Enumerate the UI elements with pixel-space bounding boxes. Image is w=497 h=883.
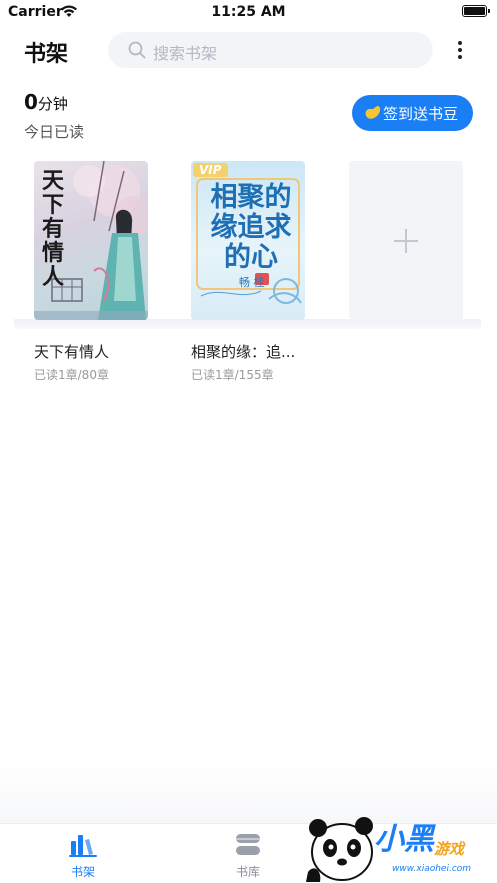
- search-icon: [128, 41, 146, 59]
- tab-label: 书库: [235, 865, 260, 879]
- book-cover[interactable]: VIP 相聚的缘追求的心 畅 桂: [191, 161, 305, 320]
- bean-icon: [365, 106, 381, 119]
- book-item[interactable]: 天下有情人 天下有情人 已读1章/80章: [34, 161, 148, 383]
- status-time: 11:25 AM: [211, 4, 286, 20]
- book-item[interactable]: VIP 相聚的缘追求的心 畅 桂 相聚的缘：追... 已读1章/155章: [191, 161, 305, 383]
- tab-label: 书架: [70, 865, 95, 879]
- page-title: 书架: [24, 42, 69, 67]
- reading-minutes: 0: [24, 90, 38, 114]
- battery-level: [464, 7, 485, 15]
- checkin-button[interactable]: 签到送书豆: [352, 95, 473, 131]
- more-dot-icon: [458, 55, 462, 59]
- book-title: 天下有情人: [34, 343, 110, 361]
- header: 书架 搜索书架: [0, 30, 497, 70]
- tab-bookshelf[interactable]: 书架: [53, 832, 113, 880]
- checkin-label: 签到送书豆: [383, 105, 459, 123]
- watermark-logo: 小黑 游戏 www.xiaohei.com: [302, 812, 497, 883]
- reading-time: 0分钟: [24, 90, 68, 114]
- reading-unit: 分钟: [37, 95, 68, 113]
- cover-author: 畅 桂: [239, 276, 265, 289]
- panda-icon: [306, 817, 373, 882]
- status-bar: Carrier 11:25 AM: [0, 0, 497, 26]
- add-book-button[interactable]: [349, 161, 463, 320]
- tab-library[interactable]: 书库: [218, 832, 278, 880]
- more-options-button[interactable]: [450, 38, 470, 62]
- battery-icon: [462, 5, 490, 17]
- more-dot-icon: [458, 48, 462, 52]
- cover-title: 相聚的缘追求的心: [210, 182, 292, 273]
- more-dot-icon: [458, 41, 462, 45]
- watermark-url: www.xiaohei.com: [392, 864, 472, 874]
- watermark-text: 小黑: [374, 822, 434, 857]
- search-input[interactable]: 搜索书架: [108, 32, 433, 68]
- book-progress: 已读1章/80章: [34, 368, 109, 382]
- library-icon: [236, 834, 260, 855]
- bookshelf-icon: [69, 835, 97, 857]
- search-placeholder: 搜索书架: [153, 44, 218, 63]
- book-title: 相聚的缘：追...: [191, 343, 296, 361]
- watermark-suffix: 游戏: [434, 840, 465, 858]
- book-progress: 已读1章/155章: [191, 368, 274, 382]
- reading-label: 今日已读: [24, 123, 85, 141]
- cover-title: 天下有情人: [41, 168, 64, 290]
- book-cover[interactable]: 天下有情人: [34, 161, 148, 320]
- vip-badge: VIP: [193, 163, 228, 177]
